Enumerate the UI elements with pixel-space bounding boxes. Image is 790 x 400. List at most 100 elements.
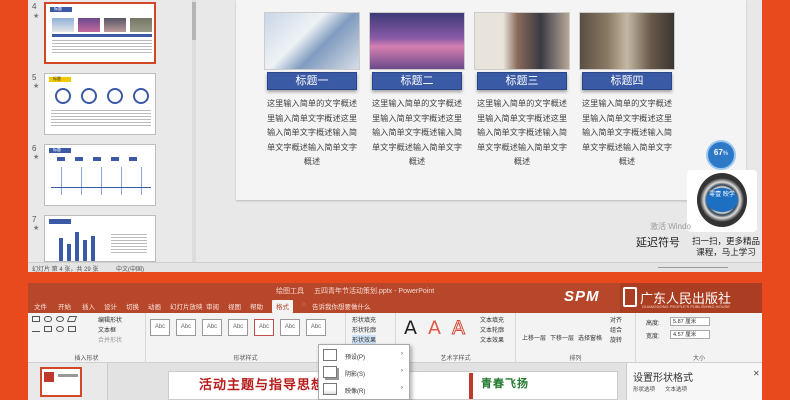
menu-item-label: 阴影(S): [345, 372, 365, 378]
slide-thumbnail-pane[interactable]: 4 ★ 标题 5 ★ 标题 6 ★ 标题 7 ★: [28, 0, 196, 262]
shape-fill-button[interactable]: 形状填充: [352, 315, 376, 324]
zoom-slider[interactable]: [658, 267, 728, 268]
language-indicator[interactable]: 中文(中国): [116, 264, 144, 273]
menu-item-label: 预设(P): [345, 355, 365, 361]
publisher-mark-icon: [623, 287, 637, 307]
content-card-2[interactable]: 标题二 这里输入简单的文字概述里输入简单文字概述这里输入简单文字概述输入简单文字…: [369, 12, 465, 170]
shape-style-6[interactable]: Abc: [280, 319, 300, 336]
text-fill-button[interactable]: 文本填充: [480, 315, 504, 324]
size-group: 高度: 5.87 厘米 宽度: 4.57 厘米 大小: [636, 313, 762, 363]
slide-slogan[interactable]: 青春飞扬: [481, 375, 529, 391]
card-image-venice-canal: [579, 12, 675, 70]
shape-style-3[interactable]: Abc: [202, 319, 222, 336]
animation-star-icon: ★: [33, 83, 40, 90]
card-description: 这里输入简单的文字概述里输入简单文字概述这里输入简单文字概述输入简单文字概述输入…: [371, 99, 463, 166]
badge-value: 67: [713, 148, 723, 157]
menu-item-reflection[interactable]: 映像(R) ›: [323, 383, 407, 397]
menu-item-preset[interactable]: 预设(P) ›: [323, 349, 407, 363]
qr-code: 零壹 映学: [687, 170, 757, 232]
tab-transitions[interactable]: 切换: [126, 301, 139, 311]
animation-star-icon: ★: [33, 225, 40, 232]
card-description: 这里输入简单的文字概述里输入简单文字概述这里输入简单文字概述输入简单文字概述输入…: [266, 99, 358, 166]
text-box-button[interactable]: 文本框: [98, 325, 116, 334]
text-effects-button[interactable]: 文本效果: [480, 335, 504, 344]
tab-home[interactable]: 开始: [58, 301, 71, 311]
shapes-gallery[interactable]: [32, 316, 92, 342]
edit-shape-button[interactable]: 编辑形状: [98, 315, 122, 324]
tell-me-box[interactable]: 告诉我你想要做什么: [312, 301, 371, 311]
tab-review[interactable]: 审阅: [206, 301, 219, 311]
slide-title[interactable]: 活动主题与指导思想: [199, 374, 325, 393]
slide-thumbnail-4[interactable]: 标题: [44, 2, 156, 64]
tab-shape-options[interactable]: 形状选项: [633, 385, 655, 393]
window-title: 五四青年节活动策划.pptx - PowerPoint: [314, 288, 435, 295]
content-card-3[interactable]: 标题三 这里输入简单的文字概述里输入简单文字概述这里输入简单文字概述输入简单文字…: [474, 12, 570, 170]
thumb-number: 5: [32, 73, 37, 82]
menu-item-shadow[interactable]: 阴影(S) ›: [323, 366, 407, 380]
thumb-number: 6: [32, 144, 37, 153]
tab-view[interactable]: 视图: [228, 301, 241, 311]
pane-title: 设置形状格式: [633, 373, 693, 384]
tab-text-options[interactable]: 文本选项: [665, 385, 687, 393]
shape-style-7[interactable]: Abc: [306, 319, 326, 336]
group-label: 艺术字样式: [440, 356, 471, 362]
group-label: 形状样式: [233, 356, 258, 362]
shape-effects-button[interactable]: 形状效果: [352, 335, 377, 344]
tab-slideshow[interactable]: 幻灯片放映: [170, 301, 203, 311]
merge-shapes-button[interactable]: 合并形状: [98, 335, 122, 344]
slide-thumbnail-5[interactable]: 标题: [44, 73, 156, 135]
tab-help[interactable]: 帮助: [250, 301, 263, 311]
promo-line: 课程，马上学习: [696, 247, 756, 257]
wordart-style-outline[interactable]: A: [452, 317, 466, 340]
badge-unit: %: [722, 151, 729, 157]
reflection-swatch-icon: [323, 383, 337, 395]
wordart-style-red[interactable]: A: [428, 317, 441, 339]
tab-design[interactable]: 设计: [104, 301, 117, 311]
publisher-name-en: GUANGDONG PEOPLE'S PUBLISHING HOUSE: [642, 304, 730, 309]
bring-forward-button[interactable]: 上移一层: [522, 333, 546, 342]
slide-thumbnail-7[interactable]: [44, 215, 156, 262]
animation-star-icon: ★: [33, 13, 40, 20]
rotate-button[interactable]: 旋转: [610, 335, 622, 344]
qr-logo: 零壹 映学: [706, 188, 738, 212]
tab-file[interactable]: 文件: [34, 301, 47, 311]
close-icon[interactable]: ✕: [753, 369, 760, 378]
group-button[interactable]: 组合: [610, 325, 622, 334]
group-label: 排列: [569, 356, 582, 362]
wordart-style-plain[interactable]: A: [404, 317, 417, 339]
card-title: 标题二: [372, 72, 462, 90]
height-label: 高度:: [646, 321, 660, 327]
slide-thumbnail-1[interactable]: [40, 367, 82, 397]
slide-thumbnail-pane[interactable]: [28, 363, 108, 400]
align-button[interactable]: 对齐: [610, 315, 622, 324]
slide-counter: 幻灯片 第 4 张，共 29 张: [32, 267, 99, 273]
group-label: 插入形状: [74, 356, 99, 362]
height-input[interactable]: 5.87 厘米: [670, 317, 710, 326]
activate-windows-watermark: 激活 Windo: [650, 222, 691, 231]
shape-style-5[interactable]: Abc: [254, 319, 274, 336]
current-slide[interactable]: 标题一 这里输入简单的文字概述里输入简单文字概述这里输入简单文字概述输入简单文字…: [236, 0, 746, 200]
shape-style-2[interactable]: Abc: [176, 319, 196, 336]
width-input[interactable]: 4.57 厘米: [670, 330, 710, 339]
spm-logo: SPM: [564, 288, 600, 305]
tab-insert[interactable]: 插入: [82, 301, 95, 311]
tab-format[interactable]: 格式: [272, 300, 293, 313]
shape-style-1[interactable]: Abc: [150, 319, 170, 336]
send-backward-button[interactable]: 下移一层: [550, 333, 574, 342]
shape-outline-button[interactable]: 形状轮廓: [352, 325, 376, 334]
arrange-group: 上移一层 下移一层 选择窗格 对齐 组合 旋转 排列: [516, 313, 636, 363]
selection-pane-button[interactable]: 选择窗格: [578, 333, 602, 342]
tool-context-label: 绘图工具: [276, 288, 304, 295]
publisher-logo: 广东人民出版社 GUANGDONG PEOPLE'S PUBLISHING HO…: [620, 283, 762, 313]
thumb-number: 7: [32, 215, 37, 224]
wordart-styles-group: A A A 文本填充 文本轮廓 文本效果 艺术字样式: [396, 313, 516, 363]
lightbulb-icon: ◌: [302, 301, 306, 308]
slide-thumbnail-6[interactable]: 标题: [44, 144, 156, 206]
content-card-1[interactable]: 标题一 这里输入简单的文字概述里输入简单文字概述这里输入简单文字概述输入简单文字…: [264, 12, 360, 170]
text-outline-button[interactable]: 文本轮廓: [480, 325, 504, 334]
content-card-4[interactable]: 标题四 这里输入简单的文字概述里输入简单文字概述这里输入简单文字概述输入简单文字…: [579, 12, 675, 170]
tab-animations[interactable]: 动画: [148, 301, 161, 311]
format-shape-pane: 设置形状格式 ✕ 形状选项 文本选项: [626, 363, 762, 400]
card-title: 标题一: [267, 72, 357, 90]
shape-style-4[interactable]: Abc: [228, 319, 248, 336]
